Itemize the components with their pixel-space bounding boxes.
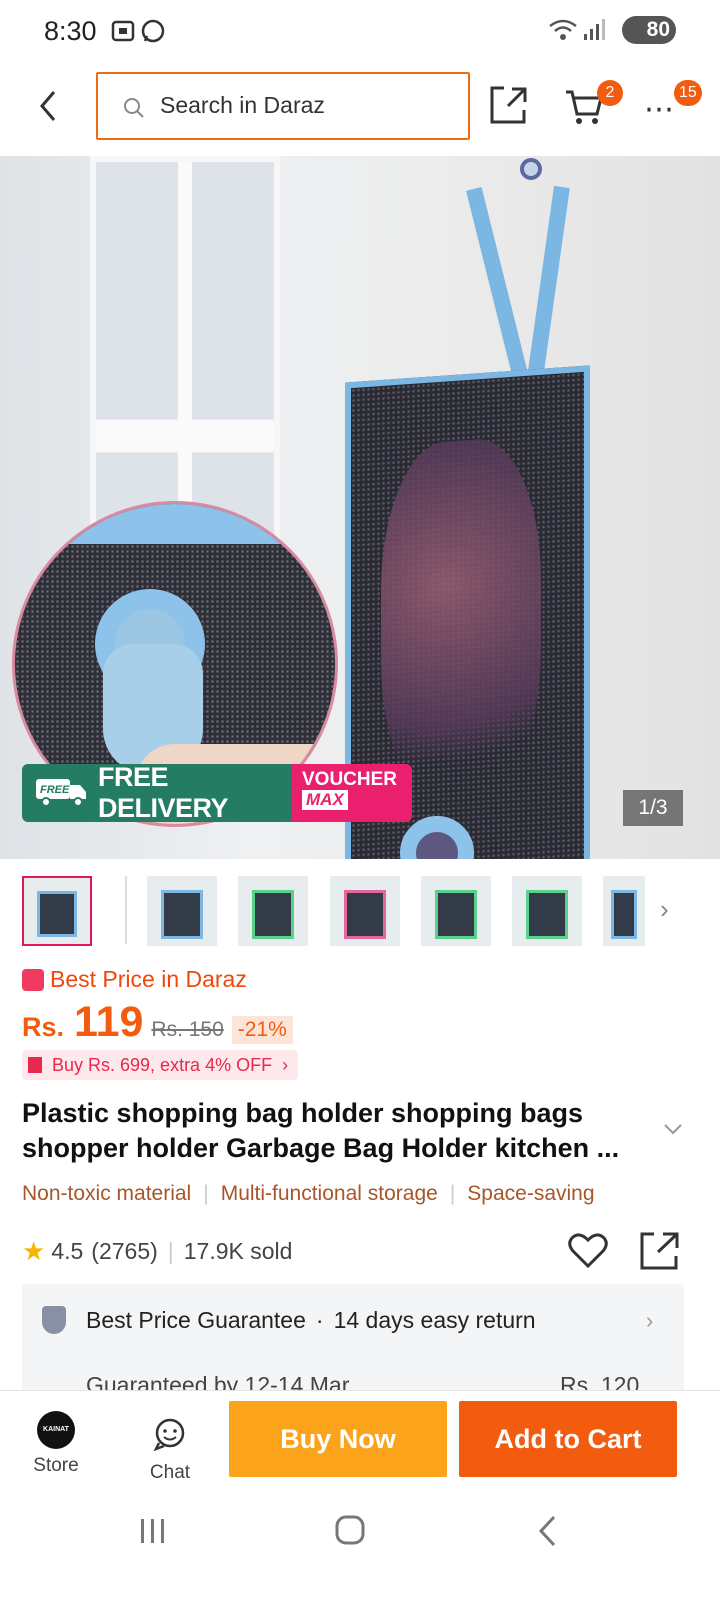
product-image-gallery[interactable]: FREE FREE DELIVERY VOUCHER MAX 1/3 <box>0 156 720 859</box>
thumbnail-6[interactable] <box>512 876 582 946</box>
thumbnail-5[interactable] <box>421 876 491 946</box>
discount-badge: -21% <box>231 1016 293 1044</box>
back-icon[interactable] <box>30 86 66 126</box>
best-price-label: Best Price in Daraz <box>22 966 247 993</box>
status-bar: 8:30 80 <box>0 0 720 64</box>
thumbnail-4[interactable] <box>330 876 400 946</box>
review-count: (2765) <box>91 1238 158 1264</box>
chevron-down-icon[interactable] <box>662 1122 684 1141</box>
buy-now-button[interactable]: Buy Now <box>229 1401 447 1477</box>
price-currency: Rs. <box>22 1012 65 1042</box>
search-input[interactable]: Search in Daraz <box>96 72 470 140</box>
chat-button[interactable]: Chat <box>138 1417 202 1484</box>
screen: 8:30 80 Search in Daraz 2 ⋯ 15 FREE FREE… <box>0 0 720 1600</box>
more-icon[interactable]: ⋯ <box>644 92 676 127</box>
promo-banner: FREE FREE DELIVERY VOUCHER MAX <box>22 764 412 822</box>
bottom-action-bar: KAINAT Store Chat Buy Now Add to Cart <box>0 1390 720 1490</box>
extra-offer[interactable]: Buy Rs. 699, extra 4% OFF › <box>22 1050 299 1080</box>
chat-icon <box>153 1418 187 1455</box>
rating-value: 4.5 <box>51 1238 84 1264</box>
thumbnail-strip: › <box>0 874 720 950</box>
best-price-guarantee: Best Price Guarantee <box>86 1306 306 1333</box>
service-guarantee-box[interactable]: Best Price Guarantee · 14 days easy retu… <box>22 1284 684 1398</box>
feature-tag: Non-toxic material <box>22 1182 192 1205</box>
thumbnail-7[interactable] <box>603 876 645 946</box>
system-nav-bar <box>0 1490 720 1600</box>
shield-icon <box>42 1306 66 1334</box>
add-to-cart-button[interactable]: Add to Cart <box>459 1401 677 1477</box>
price-tag-icon <box>22 968 44 991</box>
voucher-max-badge: VOUCHER MAX <box>292 764 412 822</box>
feature-tags: Non-toxic material | Multi-functional stor… <box>22 1182 595 1205</box>
search-icon <box>122 96 146 125</box>
easy-return: 14 days easy return <box>333 1306 536 1333</box>
thumbnail-3[interactable] <box>238 876 308 946</box>
free-delivery-badge: FREE FREE DELIVERY <box>22 764 292 822</box>
feature-tag: Space-saving <box>467 1182 595 1205</box>
truck-icon: FREE <box>34 775 90 812</box>
store-button[interactable]: KAINAT Store <box>24 1411 88 1477</box>
share-icon[interactable] <box>638 1230 680 1277</box>
rating-row[interactable]: ★ 4.5 (2765) | 17.9K sold <box>22 1236 292 1267</box>
status-time: 8:30 <box>44 16 97 46</box>
search-placeholder: Search in Daraz <box>160 92 325 118</box>
more-count-badge: 15 <box>674 80 702 106</box>
share-icon[interactable] <box>488 84 528 131</box>
thumbnail-1[interactable] <box>22 876 92 946</box>
home-icon[interactable] <box>334 1514 366 1551</box>
store-logo: KAINAT <box>37 1411 75 1449</box>
image-counter: 1/3 <box>623 790 683 826</box>
product-title: Plastic shopping bag holder shopping bag… <box>22 1098 620 1163</box>
chevron-right-icon[interactable]: › <box>660 894 669 925</box>
wishlist-heart-icon[interactable] <box>567 1230 609 1275</box>
back-nav-icon[interactable] <box>536 1514 560 1553</box>
chevron-right-icon: › <box>282 1054 289 1075</box>
star-icon: ★ <box>22 1236 46 1266</box>
whatsapp-icon <box>140 18 166 49</box>
chevron-right-icon: › <box>646 1308 654 1333</box>
recent-apps-icon[interactable] <box>138 1516 168 1551</box>
price-amount: 119 <box>74 998 144 1046</box>
screenshot-icon <box>110 18 136 49</box>
header: Search in Daraz 2 ⋯ 15 <box>0 64 720 152</box>
sold-count: 17.9K sold <box>183 1238 293 1264</box>
original-price: Rs. 150 <box>151 1018 224 1041</box>
battery-indicator: 80 <box>622 16 676 44</box>
voucher-icon <box>28 1057 42 1073</box>
price-row: Rs. 119 Rs. 150 -21% <box>22 998 293 1047</box>
hook-icon <box>520 158 542 180</box>
svg-text:FREE: FREE <box>40 784 70 796</box>
wifi-icon <box>548 18 578 47</box>
cart-count-badge: 2 <box>597 80 623 106</box>
feature-tag: Multi-functional storage <box>220 1182 438 1205</box>
signal-icon <box>582 18 606 47</box>
thumbnail-2[interactable] <box>147 876 217 946</box>
